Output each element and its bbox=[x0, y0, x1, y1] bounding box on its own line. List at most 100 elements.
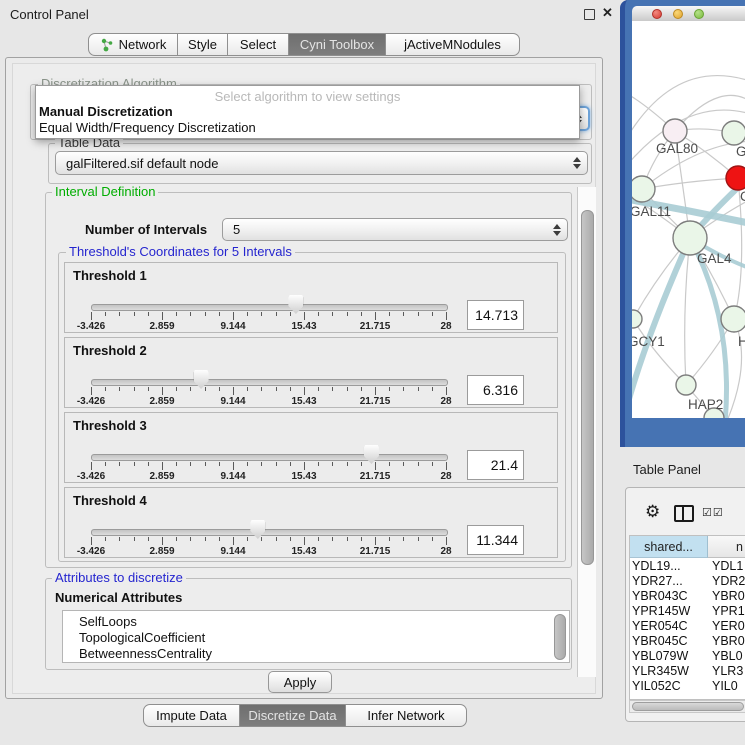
network-node-label: GAL80 bbox=[656, 141, 698, 156]
threshold-value-field[interactable]: 14.713 bbox=[467, 300, 524, 330]
gear-icon[interactable]: ⚙ bbox=[645, 502, 660, 522]
network-window-titlebar[interactable] bbox=[632, 6, 745, 21]
popup-item-equal-width-frequency[interactable]: Equal Width/Frequency Discretization bbox=[39, 120, 256, 135]
table-hscrollbar[interactable] bbox=[629, 700, 745, 713]
threshold-value-field[interactable]: 21.4 bbox=[467, 450, 524, 480]
tab-discretize-data[interactable]: Discretize Data bbox=[240, 704, 346, 727]
slider-tick bbox=[347, 462, 348, 466]
threshold-slider-thumb[interactable] bbox=[194, 370, 209, 389]
apply-button-label: Apply bbox=[284, 675, 317, 690]
tab-select[interactable]: Select bbox=[228, 33, 289, 56]
column-layout-icon[interactable] bbox=[674, 505, 694, 522]
network-canvas[interactable]: GAL80GCGAL11GAL4GCY1HHAP2 bbox=[632, 21, 745, 418]
select-columns-icon[interactable]: ☑☑ bbox=[702, 506, 724, 519]
minimize-window-icon[interactable] bbox=[673, 9, 683, 19]
slider-tick bbox=[219, 537, 220, 541]
table-row[interactable]: YIL052CYIL0 bbox=[630, 679, 745, 694]
table-row[interactable]: YPR145WYPR1 bbox=[630, 604, 745, 619]
tab-jactivemnodules[interactable]: jActiveMNodules bbox=[386, 33, 520, 56]
slider-tick bbox=[276, 312, 277, 316]
table-row[interactable]: YDL19...YDL1 bbox=[630, 559, 745, 574]
slider-tick bbox=[162, 537, 163, 545]
table-row[interactable]: YBR045CYBR0 bbox=[630, 634, 745, 649]
table-hscrollbar-thumb[interactable] bbox=[632, 702, 744, 711]
network-node[interactable] bbox=[673, 221, 707, 255]
settings-scrollbar-thumb[interactable] bbox=[581, 210, 594, 565]
number-of-intervals-combobox[interactable]: 5 bbox=[222, 218, 568, 241]
network-node[interactable] bbox=[632, 176, 655, 202]
close-window-icon[interactable] bbox=[652, 9, 662, 19]
slider-tick bbox=[375, 462, 376, 470]
threshold-slider-thumb[interactable] bbox=[364, 445, 379, 464]
table-row[interactable]: YBR043CYBR0 bbox=[630, 589, 745, 604]
network-node[interactable] bbox=[722, 121, 745, 145]
threshold-value-field[interactable]: 11.344 bbox=[467, 525, 524, 555]
tab-cyni-toolbox[interactable]: Cyni Toolbox bbox=[289, 33, 386, 56]
attribute-list-item[interactable]: SelfLoops bbox=[79, 614, 137, 629]
slider-tick bbox=[361, 537, 362, 541]
slider-tick bbox=[233, 462, 234, 470]
apply-button[interactable]: Apply bbox=[268, 671, 332, 693]
table-row[interactable]: YBL079WYBL0 bbox=[630, 649, 745, 664]
threshold-slider-thumb[interactable] bbox=[250, 520, 265, 539]
threshold-label: Threshold 4 bbox=[73, 493, 147, 508]
tab-impute-data[interactable]: Impute Data bbox=[143, 704, 240, 727]
slider-tick bbox=[261, 312, 262, 316]
tab-jactivemnodules-label: jActiveMNodules bbox=[404, 37, 501, 52]
network-node[interactable] bbox=[726, 166, 745, 190]
node-table: shared... n YDL19...YDL1YDR27...YDR2YBR0… bbox=[629, 535, 745, 700]
slider-tick bbox=[304, 462, 305, 470]
threshold-panel: Threshold 2-3.4262.8599.14415.4321.71528… bbox=[64, 337, 558, 408]
table-data-combobox-value: galFiltered.sif default node bbox=[66, 156, 218, 171]
settings-scrollbar[interactable] bbox=[577, 187, 596, 677]
slider-tick bbox=[389, 462, 390, 466]
slider-tick bbox=[290, 312, 291, 316]
threshold-value-field[interactable]: 6.316 bbox=[467, 375, 524, 405]
attribute-list-item[interactable]: BetweennessCentrality bbox=[79, 646, 212, 661]
algorithm-dropdown-popup: Select algorithm to view settings Manual… bbox=[35, 85, 580, 139]
tab-infer-network[interactable]: Infer Network bbox=[346, 704, 467, 727]
network-icon bbox=[100, 38, 114, 52]
network-node[interactable] bbox=[632, 310, 642, 328]
slider-tick bbox=[162, 387, 163, 395]
popup-placeholder: Select algorithm to view settings bbox=[36, 89, 579, 104]
table-row[interactable]: YER054CYER0 bbox=[630, 619, 745, 634]
cell-shared-name: YER054C bbox=[632, 619, 707, 634]
slider-tick bbox=[304, 387, 305, 395]
table-row[interactable]: YLR345WYLR3 bbox=[630, 664, 745, 679]
network-node[interactable] bbox=[663, 119, 687, 143]
table-data-combobox[interactable]: galFiltered.sif default node bbox=[55, 151, 588, 175]
slider-tick bbox=[332, 462, 333, 466]
slider-scale-label: -3.426 bbox=[61, 321, 121, 332]
threshold-slider-track[interactable] bbox=[91, 304, 448, 311]
tab-style[interactable]: Style bbox=[178, 33, 228, 56]
slider-tick bbox=[332, 387, 333, 391]
threshold-panel: Threshold 3-3.4262.8599.14415.4321.71528… bbox=[64, 412, 558, 483]
zoom-window-icon[interactable] bbox=[694, 9, 704, 19]
column-header-shared-name[interactable]: shared... bbox=[630, 536, 708, 558]
slider-tick bbox=[446, 387, 447, 395]
network-node[interactable] bbox=[676, 375, 696, 395]
network-node[interactable] bbox=[721, 306, 745, 332]
popup-item-manual-discretization[interactable]: Manual Discretization bbox=[39, 104, 173, 119]
tab-discretize-data-label: Discretize Data bbox=[248, 708, 336, 723]
attribute-list-item[interactable]: TopologicalCoefficient bbox=[79, 630, 205, 645]
close-panel-icon[interactable]: ✕ bbox=[602, 5, 613, 21]
attributes-list-scrollbar-thumb[interactable] bbox=[554, 614, 566, 660]
slider-tick bbox=[418, 462, 419, 466]
threshold-slider-track[interactable] bbox=[91, 379, 448, 386]
slider-tick bbox=[176, 537, 177, 541]
float-panel-icon[interactable] bbox=[584, 9, 595, 20]
slider-tick bbox=[219, 312, 220, 316]
table-row[interactable]: YDR27...YDR2 bbox=[630, 574, 745, 589]
slider-tick bbox=[205, 462, 206, 466]
slider-scale-label: 2.859 bbox=[132, 321, 192, 332]
slider-tick bbox=[162, 312, 163, 320]
threshold-slider-track[interactable] bbox=[91, 454, 448, 461]
column-header-name[interactable]: n bbox=[708, 536, 745, 558]
tab-network[interactable]: Network bbox=[88, 33, 178, 56]
number-of-intervals-label: Number of Intervals bbox=[85, 222, 207, 237]
slider-tick bbox=[261, 462, 262, 466]
numerical-attributes-list[interactable]: SelfLoopsTopologicalCoefficientBetweenne… bbox=[62, 610, 570, 663]
threshold-slider-track[interactable] bbox=[91, 529, 448, 536]
